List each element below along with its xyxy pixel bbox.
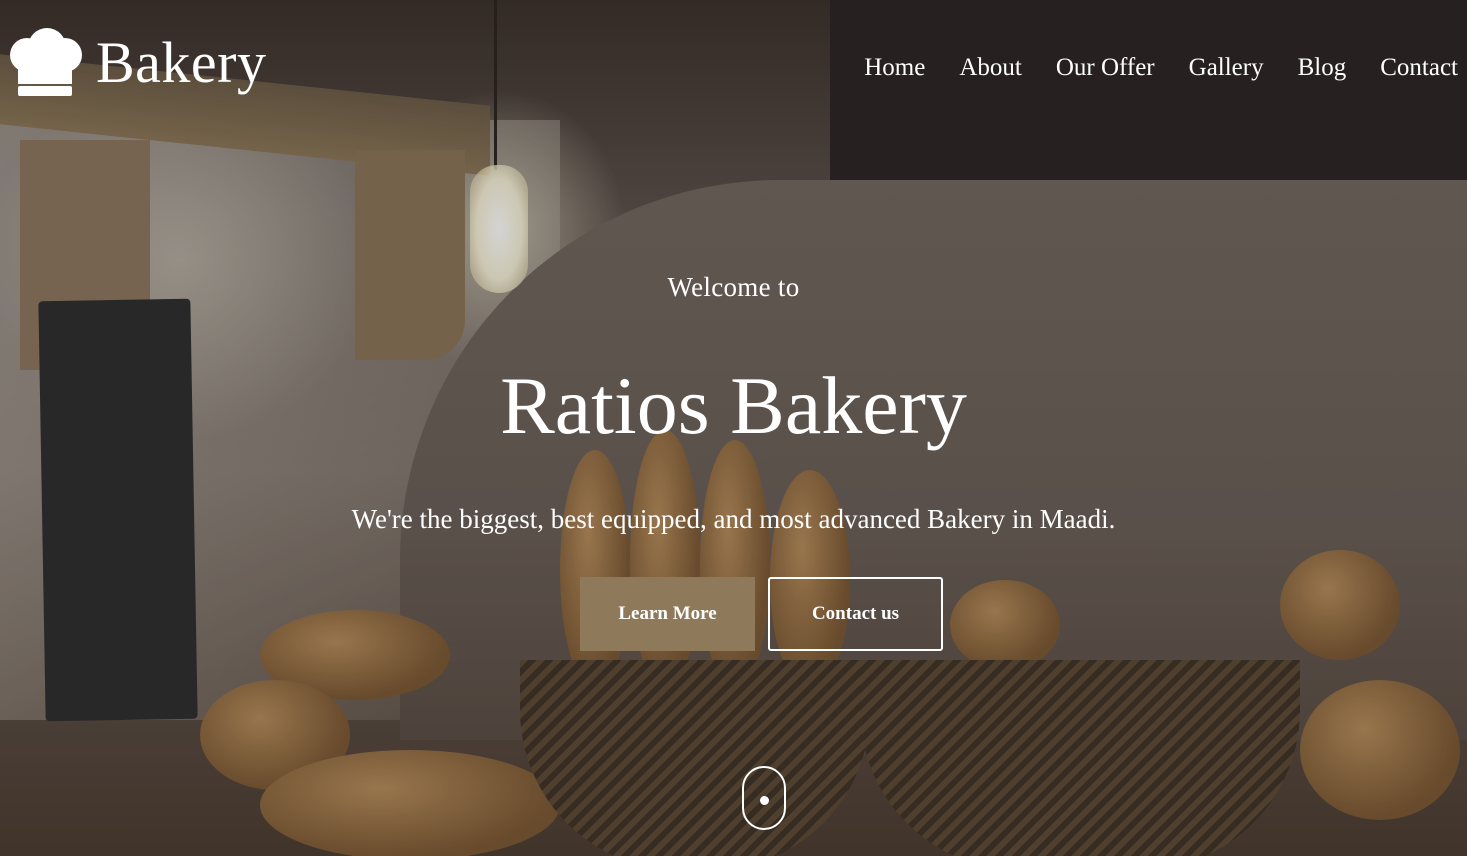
hero-welcome: Welcome to (667, 272, 800, 302)
nav-link-home[interactable]: Home (864, 52, 925, 84)
nav-link-contact[interactable]: Contact (1380, 52, 1458, 84)
mouse-scroll-icon[interactable] (742, 766, 786, 830)
chef-hat-icon (4, 28, 86, 98)
hero-subtitle: We're the biggest, best equipped, and mo… (351, 504, 1116, 534)
hero-title: Ratios Bakery (500, 360, 967, 451)
contact-us-button[interactable]: Contact us (768, 577, 943, 651)
scroll-dot (760, 796, 769, 805)
nav-link-about[interactable]: About (959, 52, 1022, 84)
brand-logo[interactable]: Bakery (4, 28, 267, 98)
nav-link-our-offer[interactable]: Our Offer (1056, 52, 1155, 84)
brand-name: Bakery (96, 30, 267, 95)
nav-link-gallery[interactable]: Gallery (1189, 52, 1264, 84)
learn-more-button[interactable]: Learn More (580, 577, 755, 651)
main-nav: Home About Our Offer Gallery Blog Contac… (830, 52, 1458, 84)
nav-link-blog[interactable]: Blog (1298, 52, 1347, 84)
